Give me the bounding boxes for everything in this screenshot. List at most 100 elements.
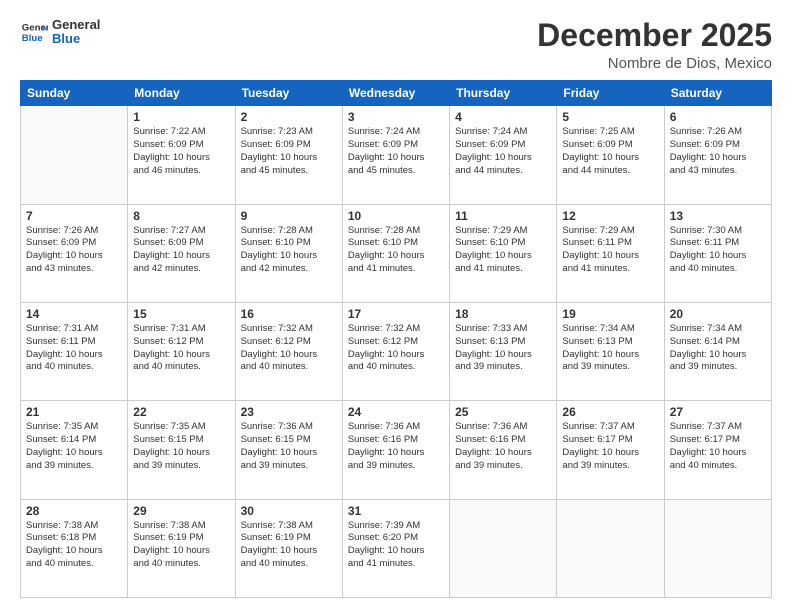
table-row: 10Sunrise: 7:28 AMSunset: 6:10 PMDayligh…: [342, 204, 449, 302]
table-row: 15 Sunrise: 7:31 AMSunset: 6:12 PMDayligh…: [128, 302, 235, 400]
table-row: 27 Sunrise: 7:37 AMSunset: 6:17 PMDayligh…: [664, 401, 771, 499]
table-row: 29 Sunrise: 7:38 AMSunset: 6:19 PMDayligh…: [128, 499, 235, 597]
day-info: Sunrise: 7:34 AMSunset: 6:13 PMDaylight:…: [562, 323, 658, 374]
day-number: 6: [670, 110, 766, 124]
day-number: 25: [455, 405, 551, 419]
day-number: 20: [670, 307, 766, 321]
day-info: Sunrise: 7:32 AMSunset: 6:12 PMDaylight:…: [241, 323, 337, 374]
table-row: 21 Sunrise: 7:35 AMSunset: 6:14 PMDayligh…: [21, 401, 128, 499]
table-row: 5Sunrise: 7:25 AMSunset: 6:09 PMDaylight…: [557, 106, 664, 204]
day-number: 8: [133, 209, 229, 223]
calendar-week-row: 1 Sunrise: 7:22 AMSunset: 6:09 PMDaylight…: [21, 106, 772, 204]
table-row: 24 Sunrise: 7:36 AMSunset: 6:16 PMDayligh…: [342, 401, 449, 499]
table-row: 9 Sunrise: 7:28 AMSunset: 6:10 PMDaylight…: [235, 204, 342, 302]
day-info: Sunrise: 7:28 AMSunset: 6:10 PMDaylight:…: [348, 225, 444, 276]
svg-text:Blue: Blue: [22, 33, 43, 44]
day-info: Sunrise: 7:24 AMSunset: 6:09 PMDaylight:…: [455, 126, 551, 177]
calendar-table: Sunday Monday Tuesday Wednesday Thursday…: [20, 80, 772, 598]
table-row: 22 Sunrise: 7:35 AMSunset: 6:15 PMDayligh…: [128, 401, 235, 499]
table-row: 14 Sunrise: 7:31 AMSunset: 6:11 PMDayligh…: [21, 302, 128, 400]
day-number: 29: [133, 504, 229, 518]
calendar-header-row: Sunday Monday Tuesday Wednesday Thursday…: [21, 81, 772, 106]
table-row: [450, 499, 557, 597]
day-info: Sunrise: 7:25 AMSunset: 6:09 PMDaylight:…: [562, 126, 658, 177]
title-section: December 2025 Nombre de Dios, Mexico: [537, 18, 772, 72]
month-year: December 2025: [537, 18, 772, 53]
day-number: 23: [241, 405, 337, 419]
table-row: 26 Sunrise: 7:37 AMSunset: 6:17 PMDayligh…: [557, 401, 664, 499]
col-friday: Friday: [557, 81, 664, 106]
location: Nombre de Dios, Mexico: [537, 55, 772, 72]
col-monday: Monday: [128, 81, 235, 106]
day-number: 3: [348, 110, 444, 124]
day-info: Sunrise: 7:26 AMSunset: 6:09 PMDaylight:…: [670, 126, 766, 177]
day-number: 12: [562, 209, 658, 223]
day-number: 17: [348, 307, 444, 321]
table-row: 11Sunrise: 7:29 AMSunset: 6:10 PMDayligh…: [450, 204, 557, 302]
table-row: [664, 499, 771, 597]
day-info: Sunrise: 7:30 AMSunset: 6:11 PMDaylight:…: [670, 225, 766, 276]
day-number: 21: [26, 405, 122, 419]
day-info: Sunrise: 7:31 AMSunset: 6:12 PMDaylight:…: [133, 323, 229, 374]
day-info: Sunrise: 7:29 AMSunset: 6:11 PMDaylight:…: [562, 225, 658, 276]
calendar-week-row: 14 Sunrise: 7:31 AMSunset: 6:11 PMDayligh…: [21, 302, 772, 400]
day-info: Sunrise: 7:27 AMSunset: 6:09 PMDaylight:…: [133, 225, 229, 276]
day-info: Sunrise: 7:37 AMSunset: 6:17 PMDaylight:…: [562, 421, 658, 472]
table-row: 19 Sunrise: 7:34 AMSunset: 6:13 PMDayligh…: [557, 302, 664, 400]
table-row: 8 Sunrise: 7:27 AMSunset: 6:09 PMDaylight…: [128, 204, 235, 302]
day-number: 30: [241, 504, 337, 518]
col-tuesday: Tuesday: [235, 81, 342, 106]
day-info: Sunrise: 7:22 AMSunset: 6:09 PMDaylight:…: [133, 126, 229, 177]
table-row: 23 Sunrise: 7:36 AMSunset: 6:15 PMDayligh…: [235, 401, 342, 499]
day-info: Sunrise: 7:37 AMSunset: 6:17 PMDaylight:…: [670, 421, 766, 472]
day-number: 4: [455, 110, 551, 124]
day-info: Sunrise: 7:23 AMSunset: 6:09 PMDaylight:…: [241, 126, 337, 177]
table-row: 6 Sunrise: 7:26 AMSunset: 6:09 PMDaylight…: [664, 106, 771, 204]
day-number: 16: [241, 307, 337, 321]
day-info: Sunrise: 7:29 AMSunset: 6:10 PMDaylight:…: [455, 225, 551, 276]
day-info: Sunrise: 7:38 AMSunset: 6:19 PMDaylight:…: [241, 520, 337, 571]
logo-icon: General Blue: [20, 18, 48, 46]
day-number: 19: [562, 307, 658, 321]
day-number: 22: [133, 405, 229, 419]
day-number: 18: [455, 307, 551, 321]
day-info: Sunrise: 7:35 AMSunset: 6:15 PMDaylight:…: [133, 421, 229, 472]
day-info: Sunrise: 7:36 AMSunset: 6:16 PMDaylight:…: [348, 421, 444, 472]
table-row: 3 Sunrise: 7:24 AMSunset: 6:09 PMDaylight…: [342, 106, 449, 204]
day-number: 14: [26, 307, 122, 321]
day-info: Sunrise: 7:38 AMSunset: 6:18 PMDaylight:…: [26, 520, 122, 571]
day-number: 31: [348, 504, 444, 518]
day-number: 7: [26, 209, 122, 223]
day-info: Sunrise: 7:39 AMSunset: 6:20 PMDaylight:…: [348, 520, 444, 571]
day-info: Sunrise: 7:35 AMSunset: 6:14 PMDaylight:…: [26, 421, 122, 472]
logo-text: General Blue: [52, 18, 100, 47]
table-row: 13 Sunrise: 7:30 AMSunset: 6:11 PMDayligh…: [664, 204, 771, 302]
top-section: General Blue General Blue December 2025 …: [20, 18, 772, 72]
calendar-page: General Blue General Blue December 2025 …: [0, 0, 792, 612]
calendar-week-row: 21 Sunrise: 7:35 AMSunset: 6:14 PMDayligh…: [21, 401, 772, 499]
day-number: 15: [133, 307, 229, 321]
calendar-week-row: 28Sunrise: 7:38 AMSunset: 6:18 PMDayligh…: [21, 499, 772, 597]
day-number: 13: [670, 209, 766, 223]
logo: General Blue General Blue: [20, 18, 100, 47]
day-number: 26: [562, 405, 658, 419]
table-row: 4 Sunrise: 7:24 AMSunset: 6:09 PMDaylight…: [450, 106, 557, 204]
col-wednesday: Wednesday: [342, 81, 449, 106]
day-number: 9: [241, 209, 337, 223]
table-row: 18Sunrise: 7:33 AMSunset: 6:13 PMDayligh…: [450, 302, 557, 400]
day-info: Sunrise: 7:24 AMSunset: 6:09 PMDaylight:…: [348, 126, 444, 177]
day-number: 24: [348, 405, 444, 419]
table-row: 7Sunrise: 7:26 AMSunset: 6:09 PMDaylight…: [21, 204, 128, 302]
day-info: Sunrise: 7:34 AMSunset: 6:14 PMDaylight:…: [670, 323, 766, 374]
day-info: Sunrise: 7:32 AMSunset: 6:12 PMDaylight:…: [348, 323, 444, 374]
day-info: Sunrise: 7:31 AMSunset: 6:11 PMDaylight:…: [26, 323, 122, 374]
day-info: Sunrise: 7:28 AMSunset: 6:10 PMDaylight:…: [241, 225, 337, 276]
table-row: 1 Sunrise: 7:22 AMSunset: 6:09 PMDaylight…: [128, 106, 235, 204]
table-row: 16 Sunrise: 7:32 AMSunset: 6:12 PMDayligh…: [235, 302, 342, 400]
day-number: 1: [133, 110, 229, 124]
day-info: Sunrise: 7:38 AMSunset: 6:19 PMDaylight:…: [133, 520, 229, 571]
day-number: 27: [670, 405, 766, 419]
table-row: [557, 499, 664, 597]
table-row: 2Sunrise: 7:23 AMSunset: 6:09 PMDaylight…: [235, 106, 342, 204]
day-info: Sunrise: 7:36 AMSunset: 6:15 PMDaylight:…: [241, 421, 337, 472]
